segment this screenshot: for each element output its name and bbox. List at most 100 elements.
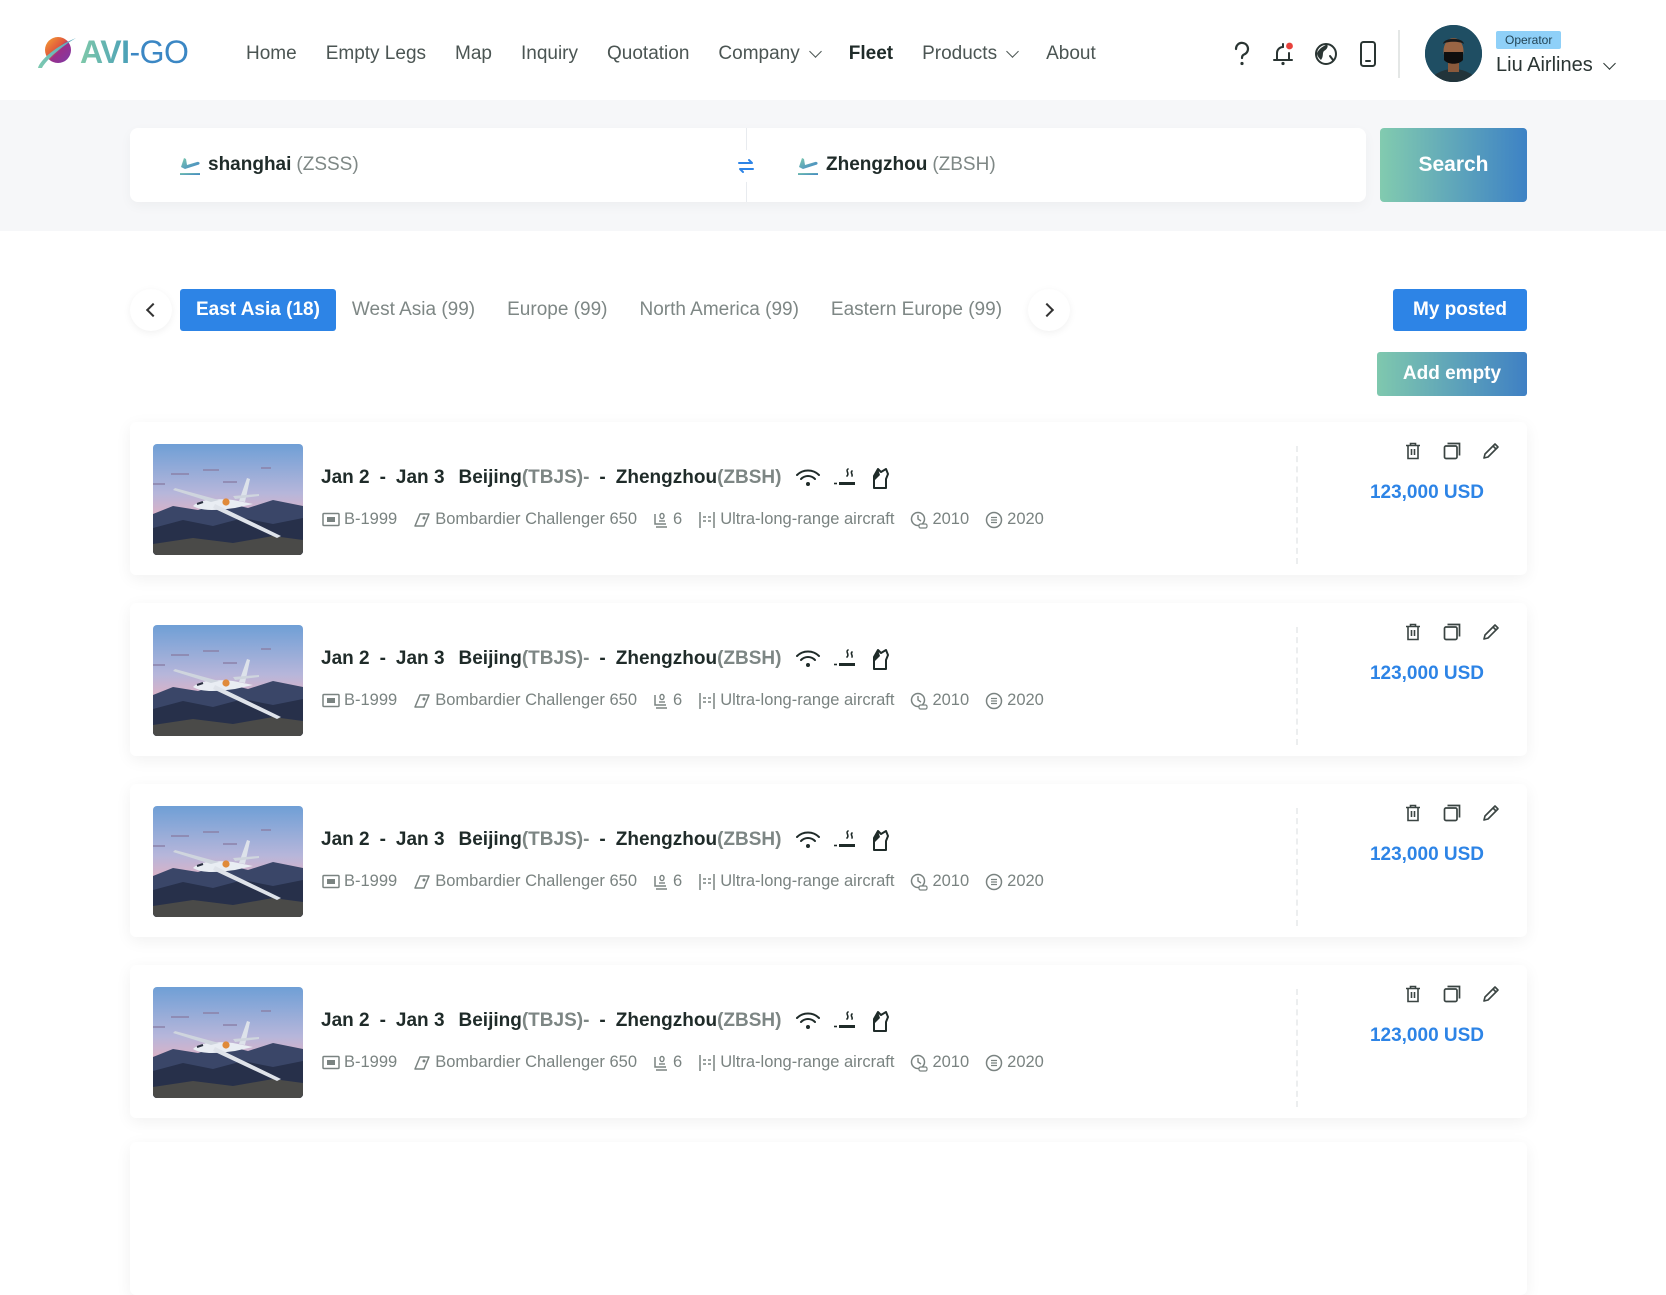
manufacture-year-icon (910, 873, 929, 891)
origin-city: Beijing (458, 829, 522, 850)
edit-pencil-icon[interactable] (1480, 621, 1502, 643)
my-posted-button[interactable]: My posted (1393, 289, 1527, 331)
nav-inquiry[interactable]: Inquiry (521, 43, 578, 65)
smoking-icon (833, 648, 857, 670)
nav-empty-legs[interactable]: Empty Legs (326, 43, 426, 65)
destination-code: (ZBSH) (717, 829, 782, 850)
aircraft-model: Bombardier Challenger 650 (413, 872, 637, 891)
origin-city: shanghai (208, 154, 292, 175)
nav-label: Fleet (848, 43, 894, 64)
aircraft-category: Ultra-long-range aircraft (698, 510, 894, 529)
region-tab[interactable]: Eastern Europe (99) (815, 289, 1018, 331)
year-refurbished: 2020 (985, 872, 1044, 891)
aircraft-tag-icon (413, 1055, 431, 1071)
nav-label: Home (246, 43, 297, 64)
chevron-down-icon (1602, 56, 1616, 70)
year-refurbished-value: 2020 (1007, 1053, 1044, 1071)
date-from: Jan 2 (321, 829, 370, 850)
route-separator: - (599, 648, 606, 669)
aircraft-photo (153, 444, 303, 555)
tabs-prev-button[interactable] (130, 289, 172, 331)
model-value: Bombardier Challenger 650 (435, 872, 638, 890)
region-tab[interactable]: East Asia (18) (180, 289, 336, 331)
model-value: Bombardier Challenger 650 (435, 691, 638, 709)
registration-plate-icon (322, 1055, 340, 1070)
registration-value: B-1999 (344, 872, 398, 890)
registration-value: B-1999 (344, 691, 398, 709)
aircraft-photo (153, 987, 303, 1098)
category-value: Ultra-long-range aircraft (720, 1053, 895, 1071)
duplicate-icon[interactable] (1441, 621, 1463, 643)
region-tab[interactable]: North America (99) (623, 289, 814, 331)
listing-card[interactable]: Jan 2 - Jan 3 Beijing (TBJS)- - Zhengzhou… (130, 603, 1527, 756)
listing-card-partial[interactable] (130, 1142, 1527, 1295)
chevron-right-icon (1039, 302, 1055, 318)
help-icon[interactable] (1228, 40, 1256, 68)
notification-bell-icon[interactable] (1270, 40, 1298, 68)
destination-city: Zhengzhou (615, 648, 718, 669)
nav-quotation[interactable]: Quotation (607, 43, 689, 65)
nav-company[interactable]: Company (718, 43, 822, 65)
region-tab[interactable]: Europe (99) (491, 289, 623, 331)
nav-products[interactable]: Products (922, 43, 1019, 65)
nav-home[interactable]: Home (246, 43, 297, 65)
origin-city: Beijing (458, 467, 522, 488)
nav-label: Quotation (607, 43, 690, 64)
duplicate-icon[interactable] (1441, 802, 1463, 824)
edit-pencil-icon[interactable] (1480, 440, 1502, 462)
account-menu[interactable]: Liu Airlines (1496, 54, 1616, 77)
wifi-icon (795, 830, 821, 850)
delete-icon[interactable] (1402, 440, 1424, 462)
registration-value: B-1999 (344, 1053, 398, 1071)
duplicate-icon[interactable] (1441, 983, 1463, 1005)
globe-language-icon[interactable] (1312, 40, 1340, 68)
origin-field[interactable]: shanghai (ZSSS) (178, 128, 359, 202)
listing-price: 123,000 USD (1369, 663, 1485, 684)
departure-plane-icon (178, 154, 202, 176)
refurbish-year-icon (985, 692, 1003, 710)
tabs-next-button[interactable] (1028, 289, 1071, 331)
destination-field[interactable]: Zhengzhou (ZBSH) (796, 128, 996, 202)
region-tab[interactable]: West Asia (99) (336, 289, 491, 331)
seat-count: 6 (653, 691, 682, 710)
date-from: Jan 2 (321, 648, 370, 669)
date-to: Jan 3 (395, 648, 445, 669)
destination-code: (ZBSH) (717, 1010, 782, 1031)
cabin-size-icon (698, 511, 716, 529)
listing-card[interactable]: Jan 2 - Jan 3 Beijing (TBJS)- - Zhengzhou… (130, 965, 1527, 1118)
header-divider (1398, 30, 1400, 78)
edit-pencil-icon[interactable] (1480, 802, 1502, 824)
nav-label: Empty Legs (325, 43, 427, 64)
nav-about[interactable]: About (1046, 43, 1096, 65)
edit-pencil-icon[interactable] (1480, 983, 1502, 1005)
card-divider (1296, 446, 1298, 564)
card-divider (1296, 627, 1298, 745)
delete-icon[interactable] (1402, 621, 1424, 643)
origin-code: (TBJS)- (521, 648, 590, 669)
swap-route-button[interactable] (730, 150, 762, 182)
registration: B-1999 (322, 691, 397, 710)
year-built-value: 2010 (932, 872, 970, 890)
nav-fleet[interactable]: Fleet (849, 43, 893, 65)
listing-card[interactable]: Jan 2 - Jan 3 Beijing (TBJS)- - Zhengzhou… (130, 784, 1527, 937)
refurbish-year-icon (985, 873, 1003, 891)
swap-arrows-icon (738, 159, 754, 173)
search-button[interactable]: Search (1380, 128, 1527, 202)
manufacture-year-icon (910, 692, 929, 710)
delete-icon[interactable] (1402, 983, 1424, 1005)
seats-value: 6 (673, 872, 683, 890)
smoking-icon (833, 1010, 857, 1032)
amenity-icons (795, 466, 903, 490)
listing-card[interactable]: Jan 2 - Jan 3 Beijing (TBJS)- - Zhengzhou… (130, 422, 1527, 575)
brand-logo[interactable]: AVI-GO (34, 30, 189, 74)
cabin-size-icon (698, 1054, 716, 1072)
nav-map[interactable]: Map (455, 43, 492, 65)
delete-icon[interactable] (1402, 802, 1424, 824)
listing-price: 123,000 USD (1369, 1025, 1485, 1046)
mobile-phone-icon[interactable] (1354, 40, 1382, 68)
listing-actions (1402, 621, 1519, 643)
user-avatar[interactable] (1425, 25, 1482, 82)
add-empty-button[interactable]: Add empty (1377, 352, 1527, 396)
date-to: Jan 3 (395, 467, 445, 488)
duplicate-icon[interactable] (1441, 440, 1463, 462)
